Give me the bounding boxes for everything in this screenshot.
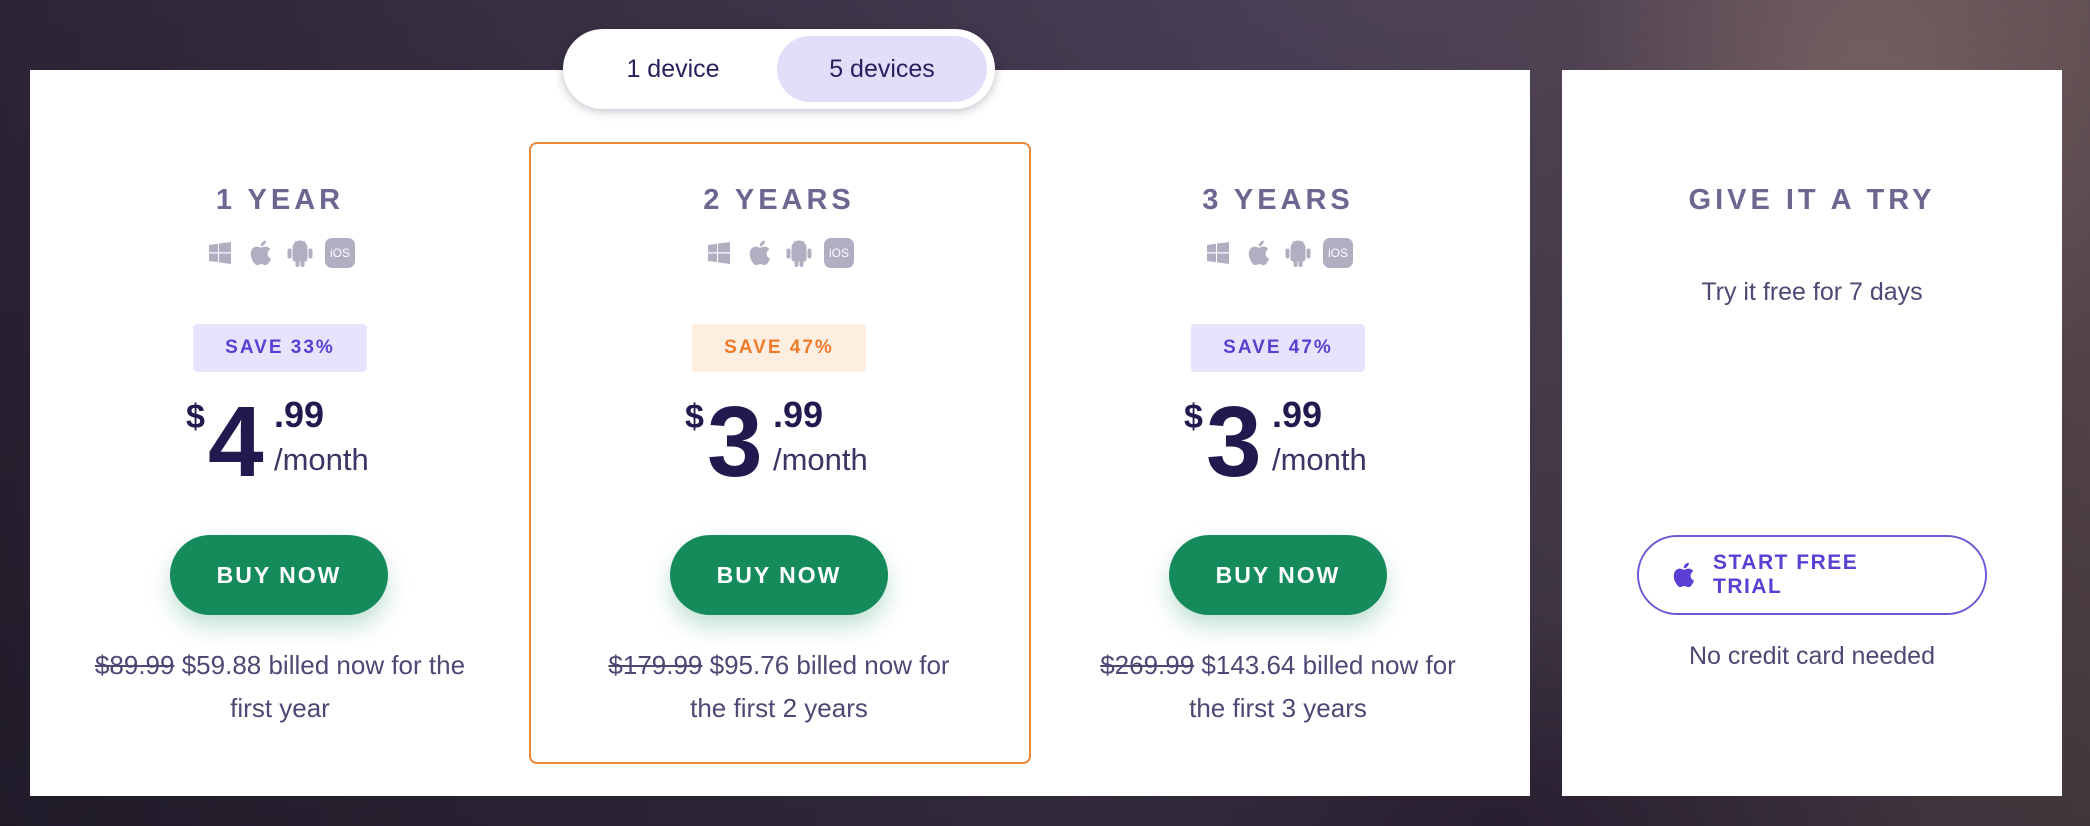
ios-icon: iOS: [325, 238, 355, 268]
price-dollars: 3: [1206, 386, 1262, 498]
price-dollars: 3: [707, 386, 763, 498]
windows-icon: [205, 238, 235, 268]
price-period: /month: [274, 442, 369, 477]
price-period: /month: [1272, 442, 1367, 477]
save-badge: SAVE 47%: [692, 324, 866, 372]
toggle-5-devices[interactable]: 5 devices: [777, 36, 987, 102]
price-dollars: 4: [208, 386, 264, 498]
price-currency: $: [1184, 398, 1203, 436]
no-credit-card-note: No credit card needed: [1689, 642, 1935, 670]
toggle-1-device[interactable]: 1 device: [569, 36, 777, 102]
device-count-toggle: 1 device 5 devices: [563, 29, 995, 109]
price-cents: .99: [773, 394, 824, 435]
price-currency: $: [186, 398, 205, 436]
buy-now-button[interactable]: BUY NOW: [170, 535, 388, 615]
buy-now-button[interactable]: BUY NOW: [670, 535, 888, 615]
platform-icons: iOS: [30, 238, 530, 268]
android-icon: [285, 238, 315, 268]
price-currency: $: [685, 398, 704, 436]
price: $ 3 .99 /month: [1184, 392, 1404, 522]
ios-icon: iOS: [1323, 238, 1353, 268]
plan-title: 1 YEAR: [215, 184, 345, 216]
android-icon: [784, 238, 814, 268]
windows-icon: [704, 238, 734, 268]
apple-icon: [245, 238, 275, 268]
plan-title: 3 YEARS: [1202, 184, 1354, 216]
billed-now: $95.76 billed now for the first 2 years: [690, 650, 950, 723]
trial-subtitle: Try it free for 7 days: [1701, 278, 1923, 306]
trial-card: GIVE IT A TRY Try it free for 7 days STA…: [1562, 70, 2062, 796]
plan-3-years: 3 YEARS iOS SAVE 47% $ 3 .99 /month BUY …: [1028, 70, 1528, 796]
billed-now: $59.88 billed now for the first year: [181, 650, 466, 723]
save-badge: SAVE 47%: [1191, 324, 1365, 372]
plan-2-years: 2 YEARS iOS SAVE 47% $ 3 .99 /month BUY …: [529, 70, 1029, 796]
apple-icon: [1669, 559, 1697, 591]
price-period: /month: [773, 442, 868, 477]
old-price: $179.99: [608, 650, 703, 680]
plan-1-year: 1 YEAR iOS SAVE 33% $ 4 .99 /month BUY N…: [30, 70, 530, 796]
ios-icon: iOS: [824, 238, 854, 268]
price-cents: .99: [1272, 394, 1323, 435]
platform-icons: iOS: [1028, 238, 1528, 268]
buy-now-button[interactable]: BUY NOW: [1169, 535, 1387, 615]
price: $ 3 .99 /month: [685, 392, 905, 522]
old-price: $89.99: [94, 650, 175, 680]
platform-icons: iOS: [529, 238, 1029, 268]
trial-title: GIVE IT A TRY: [1688, 184, 1936, 216]
start-free-trial-label: START FREE TRIAL: [1713, 551, 1859, 598]
billed-now: $143.64 billed now for the first 3 years: [1189, 650, 1456, 723]
apple-icon: [1243, 238, 1273, 268]
billed-text: $269.99 $143.64 billed now for the first…: [1088, 644, 1468, 730]
old-price: $269.99: [1100, 650, 1195, 680]
android-icon: [1283, 238, 1313, 268]
plan-title: 2 YEARS: [703, 184, 855, 216]
save-badge: SAVE 33%: [193, 324, 367, 372]
start-free-trial-button[interactable]: START FREE TRIAL: [1637, 535, 1987, 615]
price: $ 4 .99 /month: [186, 392, 406, 522]
windows-icon: [1203, 238, 1233, 268]
billed-text: $179.99 $95.76 billed now for the first …: [589, 644, 969, 730]
apple-icon: [744, 238, 774, 268]
billed-text: $89.99 $59.88 billed now for the first y…: [90, 644, 470, 730]
price-cents: .99: [274, 394, 325, 435]
